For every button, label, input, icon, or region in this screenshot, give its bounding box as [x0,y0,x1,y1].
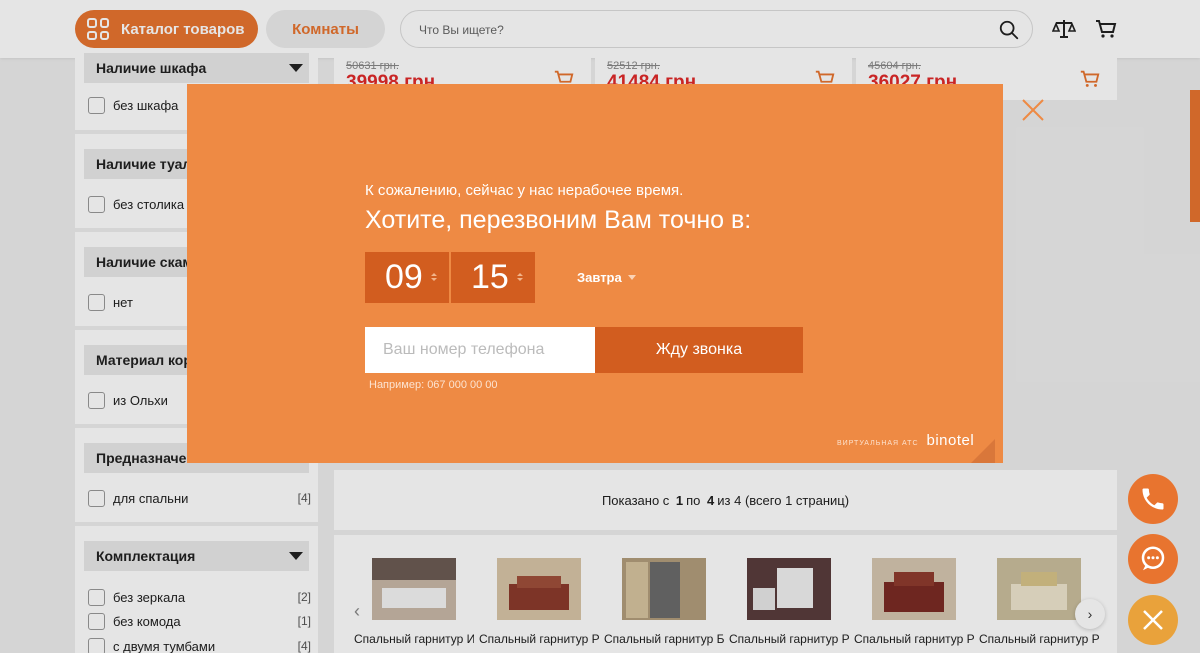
day-select[interactable]: Завтра [577,270,636,285]
hour-stepper[interactable]: 09 [365,252,449,303]
submit-callback-button[interactable]: Жду звонка [595,327,803,373]
chevron-down-icon [627,275,636,280]
callback-modal: К сожалению, сейчас у нас нерабочее врем… [187,84,1003,463]
binotel-logo: ВИРТУАЛЬНАЯ АТС binotel [837,432,975,449]
chat-icon [1141,546,1165,571]
chat-button[interactable] [1128,534,1178,584]
minute-value: 15 [471,258,509,296]
call-button[interactable] [1128,474,1178,524]
minute-stepper[interactable]: 15 [451,252,535,303]
modal-subtitle: К сожалению, сейчас у нас нерабочее врем… [365,182,684,199]
updown-icon[interactable] [516,271,524,283]
day-select-value: Завтра [577,270,622,285]
updown-icon[interactable] [430,271,438,283]
phone-example-hint: Например: 067 000 00 00 [369,379,498,391]
hour-value: 09 [385,258,423,296]
close-icon[interactable] [1021,98,1045,122]
phone-input[interactable] [365,327,595,373]
corner-decoration [971,439,995,463]
modal-title: Хотите, перезвоним Вам точно в: [365,206,752,234]
close-icon [1143,610,1163,630]
close-widget-button[interactable] [1128,595,1178,645]
phone-icon [1142,488,1164,510]
